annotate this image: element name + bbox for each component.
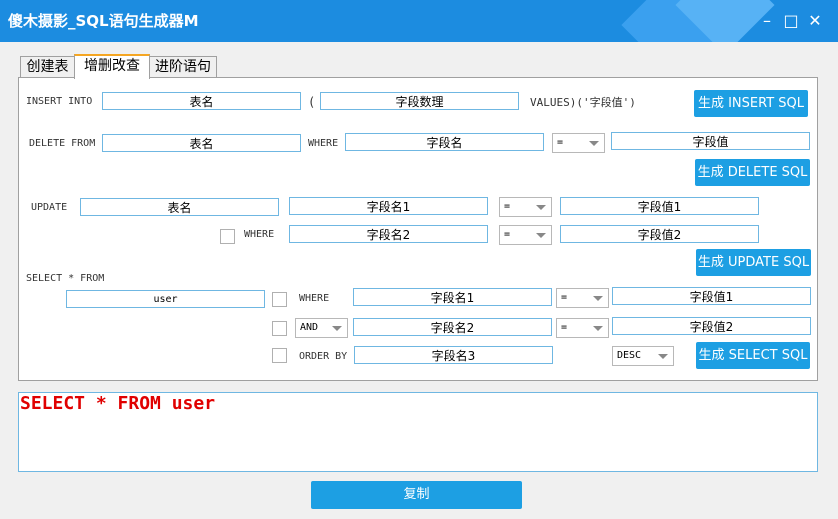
open-paren-label: ( (308, 95, 316, 109)
sql-output-textarea[interactable]: SELECT * FROM user (18, 392, 818, 472)
tab-advanced[interactable]: 进阶语句 (149, 56, 217, 77)
select-value2-input[interactable]: 字段值2 (612, 317, 811, 335)
delete-field-input[interactable]: 字段名 (345, 133, 544, 151)
minimize-icon[interactable]: – (758, 12, 776, 30)
select-logic-value: AND (300, 322, 319, 333)
insert-fields-input[interactable]: 字段数理 (320, 92, 519, 110)
delete-where-label: WHERE (308, 138, 339, 149)
select-field2-input[interactable]: 字段名2 (353, 318, 552, 336)
select-where-label: WHERE (299, 293, 330, 304)
select-field1-input[interactable]: 字段名1 (353, 288, 552, 306)
update-where-label: WHERE (244, 229, 275, 240)
update-where-checkbox[interactable] (220, 229, 235, 244)
update-label: UPDATE (31, 202, 68, 213)
update-value2-input[interactable]: 字段值2 (560, 225, 759, 243)
select-where-checkbox[interactable] (272, 292, 287, 307)
update-table-input[interactable]: 表名 (80, 198, 279, 216)
update-operator1-select[interactable]: = (499, 197, 552, 217)
select-order-checkbox[interactable] (272, 348, 287, 363)
chevron-down-icon (593, 326, 603, 331)
maximize-icon[interactable]: □ (782, 12, 800, 30)
chevron-down-icon (658, 354, 668, 359)
select-table-input[interactable]: user (66, 290, 265, 308)
delete-from-label: DELETE FROM (29, 138, 96, 149)
generate-delete-button[interactable]: 生成 DELETE SQL (695, 159, 810, 186)
chevron-down-icon (332, 326, 342, 331)
values-label: VALUES)('字段值') (530, 96, 636, 109)
select-field3-input[interactable]: 字段名3 (354, 346, 553, 364)
delete-value-input[interactable]: 字段值 (611, 132, 810, 150)
delete-operator-value: = (557, 137, 564, 148)
chevron-down-icon (589, 141, 599, 146)
update-operator2-select[interactable]: = (499, 225, 552, 245)
insert-into-label: INSERT INTO (26, 96, 93, 107)
update-field2-input[interactable]: 字段名2 (289, 225, 488, 243)
delete-operator-select[interactable]: = (552, 133, 605, 153)
tab-create-table[interactable]: 创建表 (20, 56, 75, 77)
tab-crud[interactable]: 增删改查 (74, 54, 150, 79)
select-logic-checkbox[interactable] (272, 321, 287, 336)
copy-button[interactable]: 复制 (311, 481, 522, 509)
update-operator1-value: = (504, 201, 511, 212)
select-order-select[interactable]: DESC (612, 346, 674, 366)
select-logic-select[interactable]: AND (295, 318, 348, 338)
generate-update-button[interactable]: 生成 UPDATE SQL (696, 249, 811, 276)
title-bar: 傻木摄影_SQL语句生成器M – □ ✕ (0, 0, 838, 42)
select-operator2-select[interactable]: = (556, 318, 609, 338)
insert-table-input[interactable]: 表名 (102, 92, 301, 110)
chevron-down-icon (536, 205, 546, 210)
chevron-down-icon (536, 233, 546, 238)
select-from-label: SELECT * FROM (26, 273, 105, 284)
update-operator2-value: = (504, 229, 511, 240)
close-icon[interactable]: ✕ (806, 12, 824, 30)
select-order-label: ORDER BY (299, 351, 348, 362)
update-value1-input[interactable]: 字段值1 (560, 197, 759, 215)
window-title: 傻木摄影_SQL语句生成器M (8, 12, 199, 30)
select-order-value: DESC (617, 350, 642, 361)
delete-table-input[interactable]: 表名 (102, 134, 301, 152)
select-operator2-value: = (561, 322, 568, 333)
update-field1-input[interactable]: 字段名1 (289, 197, 488, 215)
select-value1-input[interactable]: 字段值1 (612, 287, 811, 305)
generate-select-button[interactable]: 生成 SELECT SQL (696, 342, 810, 369)
select-operator1-select[interactable]: = (556, 288, 609, 308)
select-operator1-value: = (561, 292, 568, 303)
generate-insert-button[interactable]: 生成 INSERT SQL (694, 90, 808, 117)
sql-output-text: SELECT * FROM user (20, 393, 216, 414)
chevron-down-icon (593, 296, 603, 301)
